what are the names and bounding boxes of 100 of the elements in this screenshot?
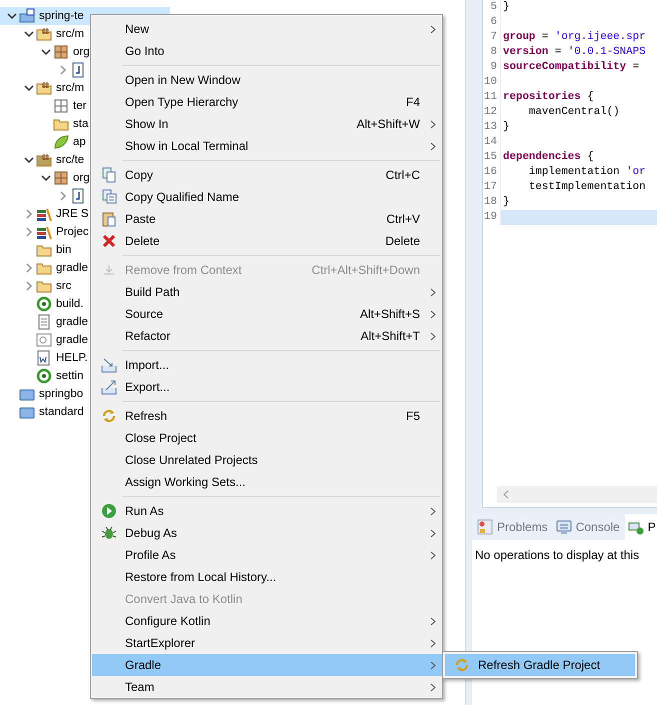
tree-item-label[interactable]: HELP.: [56, 352, 88, 364]
view-tab[interactable]: P: [624, 514, 657, 540]
code-line: }: [502, 0, 510, 15]
line-number: 14: [483, 135, 501, 150]
leaf-icon: [53, 134, 69, 150]
tree-item-label[interactable]: springbo: [39, 388, 84, 400]
view-tab[interactable]: Problems: [474, 514, 551, 540]
tree-item-label[interactable]: gradle: [56, 316, 88, 328]
folder-icon: [36, 152, 52, 168]
export-icon: [100, 379, 116, 395]
chevron-right-icon[interactable]: [58, 65, 68, 75]
line-number: 10: [483, 75, 501, 90]
scroll-left-icon[interactable]: [503, 490, 509, 499]
menu-item[interactable]: Copy Ctrl+C: [92, 164, 442, 186]
tree-item-label[interactable]: standard: [39, 406, 84, 418]
java-file-icon: [70, 62, 86, 78]
line-number: 18: [483, 195, 501, 210]
menu-item[interactable]: Refresh F5: [92, 405, 442, 427]
tree-item-label[interactable]: ter: [73, 100, 86, 112]
chevron-right-icon[interactable]: [58, 191, 68, 201]
tree-item-label[interactable]: src/m: [56, 28, 84, 40]
package-icon: [53, 170, 69, 186]
code-line: sourceCompatibility =: [502, 60, 640, 75]
tree-item-label[interactable]: org: [73, 46, 90, 58]
menu-item[interactable]: Export...: [92, 376, 442, 398]
tree-item-label[interactable]: settin: [56, 370, 84, 382]
tree-item-label[interactable]: org: [73, 172, 90, 184]
menu-item[interactable]: Configure Kotlin: [92, 610, 442, 632]
menu-item[interactable]: Close Unrelated Projects: [92, 449, 442, 471]
tree-item-label[interactable]: Projec: [56, 226, 89, 238]
line-number: 13: [483, 120, 501, 135]
gradle-file-icon: [36, 296, 52, 312]
package-icon: [53, 44, 69, 60]
line-number: 11: [483, 90, 501, 105]
code-line: version = '0.0.1-SNAPS: [502, 45, 647, 60]
bug-icon: [100, 525, 116, 541]
run-icon: [100, 503, 116, 519]
menu-item[interactable]: Build Path: [92, 281, 442, 303]
menu-item[interactable]: Team: [92, 676, 442, 698]
menu-item[interactable]: Run As: [92, 500, 442, 522]
menu-item[interactable]: Show in Local Terminal: [92, 135, 442, 157]
refresh-icon: [454, 657, 470, 673]
settings-file-icon: [36, 332, 52, 348]
line-number: 9: [483, 60, 501, 75]
view-tab[interactable]: Console: [552, 514, 623, 540]
menu-item[interactable]: Assign Working Sets...: [92, 471, 442, 493]
paste-icon: [100, 211, 116, 227]
tree-item-label[interactable]: spring-te: [39, 10, 84, 22]
document-icon: [36, 350, 52, 366]
tree-item-label[interactable]: JRE S: [56, 208, 89, 220]
code-editor[interactable]: 5 } 6 7 group = 'org.ijeee.spr 8 version = '0.0.1-SNAPS 9 sourceCompatibility = 10 11 repositories { 12 mavenCentral() 13 } 14 15 dependencies { 16 implementation 'or 17 testImplementation 18 } 19: [482, 0, 657, 508]
menu-item[interactable]: Source Alt+Shift+S: [92, 303, 442, 325]
console-icon: [556, 519, 572, 535]
import-icon: [100, 357, 116, 373]
menu-item[interactable]: Import...: [92, 354, 442, 376]
menu-item[interactable]: Paste Ctrl+V: [92, 208, 442, 230]
code-line: dependencies {: [502, 150, 595, 165]
menu-item[interactable]: Copy Qualified Name: [92, 186, 442, 208]
package-icon: [53, 98, 69, 114]
line-number: 6: [483, 15, 501, 30]
line-number: 7: [483, 30, 501, 45]
menu-item[interactable]: Go Into: [92, 40, 442, 62]
tree-item-label[interactable]: src: [56, 280, 72, 292]
menu-item[interactable]: Open in New Window: [92, 69, 442, 91]
code-line: }: [502, 120, 510, 135]
menu-item[interactable]: Close Project: [92, 427, 442, 449]
menu-item[interactable]: Refactor Alt+Shift+T: [92, 325, 442, 347]
horizontal-scrollbar[interactable]: [497, 486, 657, 503]
tree-item-label[interactable]: ap: [73, 136, 86, 148]
menu-item[interactable]: Profile As: [92, 544, 442, 566]
folder-icon: [36, 26, 52, 42]
menu-item[interactable]: Debug As: [92, 522, 442, 544]
code-line: implementation 'or: [528, 165, 647, 180]
menu-item[interactable]: Delete Delete: [92, 230, 442, 252]
menu-item[interactable]: Open Type Hierarchy F4: [92, 91, 442, 113]
tree-item-label[interactable]: bin: [56, 244, 72, 256]
tree-item-label[interactable]: gradle: [56, 262, 88, 274]
menu-item[interactable]: Gradle: [92, 654, 442, 676]
chevron-down-icon[interactable]: [24, 83, 34, 93]
tree-item-label[interactable]: build.: [56, 298, 84, 310]
library-icon: [36, 224, 52, 240]
line-number: 8: [483, 45, 501, 60]
tree-item-label[interactable]: sta: [73, 118, 88, 130]
menu-item[interactable]: Restore from Local History...: [92, 566, 442, 588]
tree-item-label[interactable]: src/te: [56, 154, 84, 166]
menu-item[interactable]: Show In Alt+Shift+W: [92, 113, 442, 135]
code-line: mavenCentral(): [528, 105, 621, 120]
code-line: }: [502, 195, 510, 210]
menu-item[interactable]: Refresh Gradle Project: [445, 654, 635, 676]
menu-item[interactable]: StartExplorer: [92, 632, 442, 654]
tree-item-label[interactable]: src/m: [56, 82, 84, 94]
delete-icon: [100, 233, 116, 249]
line-number: 16: [483, 165, 501, 180]
library-icon: [36, 206, 52, 222]
tree-item-label[interactable]: gradle: [56, 334, 88, 346]
code-line: testImplementation: [528, 180, 647, 195]
code-line: repositories {: [502, 90, 595, 105]
gradle-file-icon: [36, 368, 52, 384]
text-file-icon: [36, 314, 52, 330]
folder-icon: [36, 80, 52, 96]
